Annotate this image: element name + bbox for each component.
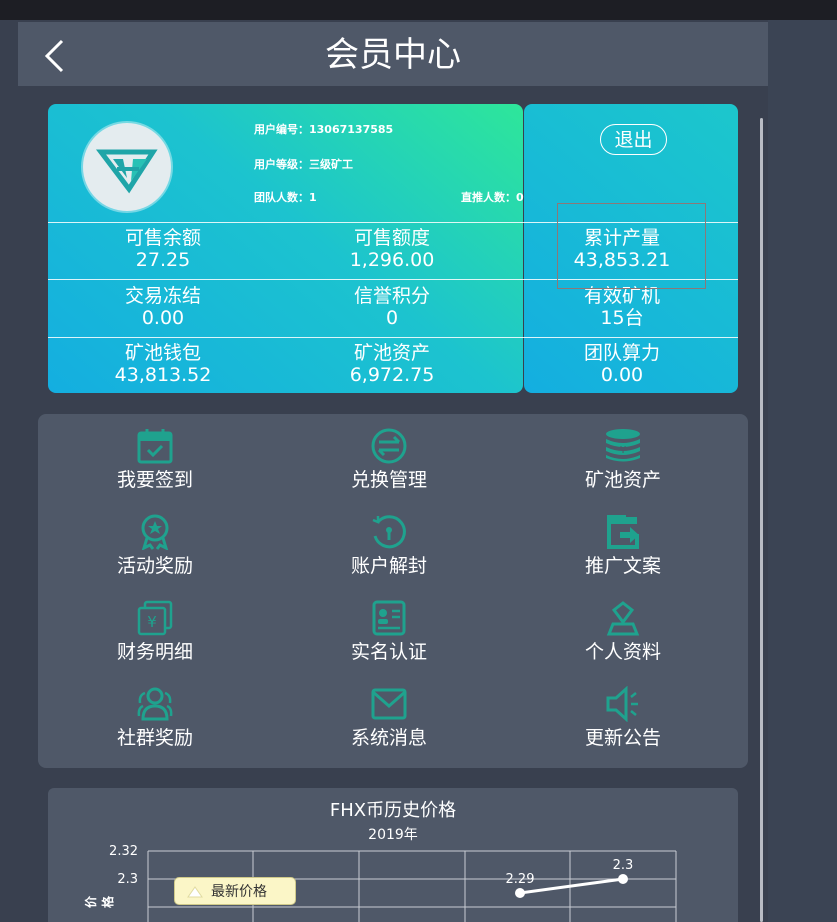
menu-item-community-reward[interactable]: 社群奖励 xyxy=(75,686,235,750)
user-id: 用户编号：13067137585 xyxy=(254,121,393,137)
stat-value: 0.00 xyxy=(141,307,185,329)
group-icon xyxy=(137,687,173,721)
menu-label: 我要签到 xyxy=(116,469,193,491)
window-top-bar xyxy=(0,0,837,20)
page-header: 会员中心 xyxy=(18,22,768,86)
menu-item-profile[interactable]: 个人资料 xyxy=(543,600,703,664)
stat-label: 信誉积分 xyxy=(353,285,430,307)
unlock-icon xyxy=(372,515,406,549)
user-level-label: 用户等级： xyxy=(254,158,309,171)
user-id-value: 13067137585 xyxy=(309,123,394,136)
menu-item-announcement[interactable]: 更新公告 xyxy=(543,686,703,750)
menu-label: 实名认证 xyxy=(350,641,427,663)
menu-item-real-name[interactable]: 实名认证 xyxy=(309,600,469,664)
user-level: 用户等级：三级矿工 xyxy=(254,156,353,172)
right-side-panel xyxy=(768,20,837,922)
divider xyxy=(48,337,738,338)
stat-value: 15台 xyxy=(600,307,644,329)
stat-label: 可售余额 xyxy=(124,227,201,249)
share-icon xyxy=(607,515,639,549)
chart-subtitle: 2019年 xyxy=(368,827,418,843)
stat-value: 43,813.52 xyxy=(114,364,212,386)
avatar xyxy=(83,123,171,211)
svg-text:¥: ¥ xyxy=(620,445,626,456)
stat-value: 0 xyxy=(385,307,399,329)
stat-label: 团队算力 xyxy=(583,342,660,364)
price-chart-panel: FHX币历史价格 2019年 xyxy=(48,788,738,922)
scrollbar[interactable] xyxy=(760,118,763,922)
stat-value: 6,972.75 xyxy=(349,364,435,386)
menu-label: 账户解封 xyxy=(350,555,427,577)
menu-label: 财务明细 xyxy=(116,641,193,663)
mail-icon xyxy=(371,688,407,720)
user-icon xyxy=(606,601,640,636)
stat-trade-frozen: 交易冻结 0.00 xyxy=(63,285,263,329)
stat-sellable-balance: 可售余额 27.25 xyxy=(63,227,263,271)
user-level-value: 三级矿工 xyxy=(309,158,353,171)
stat-pool-assets: 矿池资产 6,972.75 xyxy=(292,342,492,386)
menu-label: 社群奖励 xyxy=(116,727,193,749)
menu-label: 个人资料 xyxy=(584,641,661,663)
menu-label: 矿池资产 xyxy=(584,469,661,491)
menu-label: 活动奖励 xyxy=(116,555,193,577)
stat-team-hashrate: 团队算力 0.00 xyxy=(522,342,722,386)
menu-label: 更新公告 xyxy=(584,727,661,749)
stat-active-miners: 有效矿机 15台 xyxy=(522,285,722,329)
stat-value: 1,296.00 xyxy=(349,249,435,271)
selection-highlight-box xyxy=(557,203,706,289)
calendar-check-icon xyxy=(137,429,173,464)
menu-item-finance-detail[interactable]: ¥ 财务明细 xyxy=(75,600,235,664)
menu-item-pool-assets[interactable]: ¥ 矿池资产 xyxy=(543,428,703,492)
svg-text:¥: ¥ xyxy=(147,613,157,631)
menu-item-promo-copy[interactable]: 推广文案 xyxy=(543,514,703,578)
direct-count-value: 0 xyxy=(516,191,524,204)
menu-item-exchange[interactable]: 兑换管理 xyxy=(309,428,469,492)
menu-item-account-unlock[interactable]: 账户解封 xyxy=(309,514,469,578)
menu-label: 推广文案 xyxy=(584,555,661,577)
menu-label: 系统消息 xyxy=(350,727,427,749)
stat-label: 矿池钱包 xyxy=(124,342,201,364)
logout-button[interactable]: 退出 xyxy=(600,124,667,155)
chart-title: FHX币历史价格 xyxy=(329,800,457,821)
legend-label: 最新价格 xyxy=(211,884,267,900)
stat-value: 0.00 xyxy=(600,364,644,386)
menu-item-check-in[interactable]: 我要签到 xyxy=(75,428,235,492)
stat-label: 交易冻结 xyxy=(124,285,201,307)
award-icon xyxy=(141,514,169,550)
stat-label: 可售额度 xyxy=(353,227,430,249)
finance-icon: ¥ xyxy=(137,600,173,636)
user-id-label: 用户编号： xyxy=(254,123,309,136)
direct-count-label: 直推人数： xyxy=(461,191,516,204)
y-axis-label: 价格 xyxy=(84,895,115,908)
stat-credit-score: 信誉积分 0 xyxy=(292,285,492,329)
stat-value: 27.25 xyxy=(135,249,191,271)
stat-sellable-quota: 可售额度 1,296.00 xyxy=(292,227,492,271)
menu-item-system-message[interactable]: 系统消息 xyxy=(309,686,469,750)
team-count: 团队人数：1 xyxy=(254,189,317,205)
menu-item-activity-reward[interactable]: 活动奖励 xyxy=(75,514,235,578)
megaphone-icon xyxy=(606,686,638,722)
stat-label: 矿池资产 xyxy=(353,342,430,364)
direct-count: 直推人数：0 xyxy=(461,189,524,205)
menu-label: 兑换管理 xyxy=(350,469,427,491)
team-count-label: 团队人数： xyxy=(254,191,309,204)
id-card-icon xyxy=(372,600,406,636)
exchange-icon xyxy=(371,428,407,464)
stat-pool-wallet: 矿池钱包 43,813.52 xyxy=(63,342,263,386)
legend[interactable]: 最新价格 xyxy=(174,877,296,905)
page-title: 会员中心 xyxy=(325,35,461,75)
coin-stack-icon: ¥ xyxy=(606,429,640,462)
team-count-value: 1 xyxy=(309,191,317,204)
legend-swatch-icon xyxy=(187,886,203,898)
brand-logo-icon xyxy=(95,149,158,194)
